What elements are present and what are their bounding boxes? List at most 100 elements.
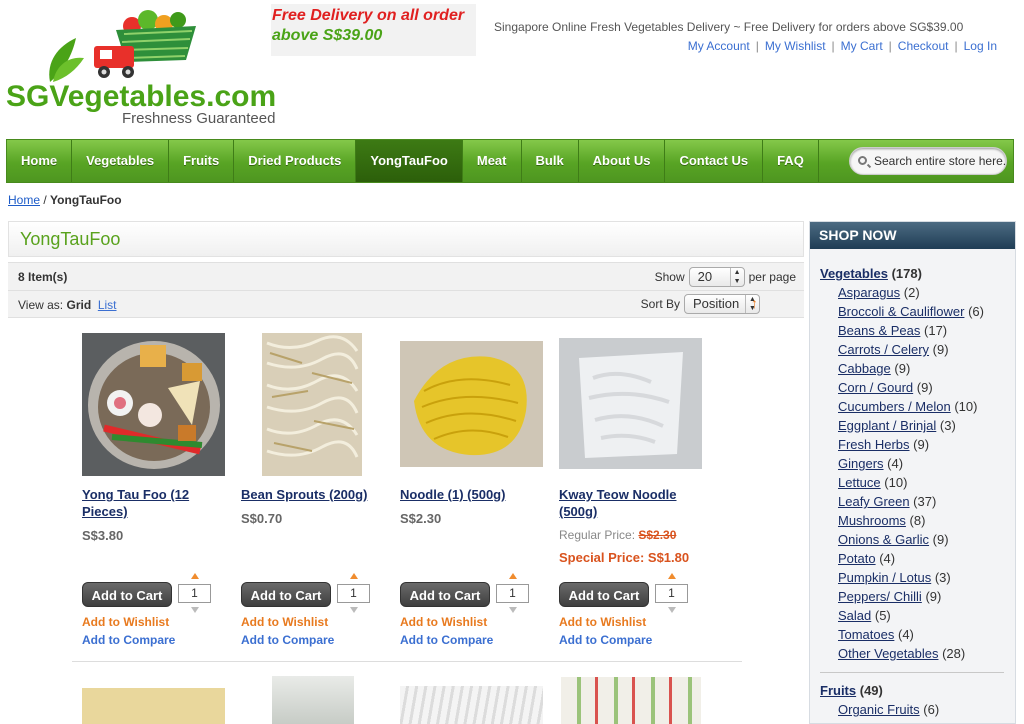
nav-fruits[interactable]: Fruits	[169, 140, 235, 182]
qty-down-icon[interactable]	[191, 607, 199, 613]
subcategory-count: (8)	[909, 513, 926, 528]
subcategory-link[interactable]: Leafy Green	[838, 494, 910, 509]
product-image[interactable]	[262, 333, 362, 476]
qty-down-icon[interactable]	[509, 607, 517, 613]
subcategory-link[interactable]: Organic Fruits	[838, 702, 920, 717]
product-name-link[interactable]: Noodle (1) (500g)	[400, 486, 550, 503]
nav-meat[interactable]: Meat	[463, 140, 522, 182]
my-wishlist-link[interactable]: My Wishlist	[765, 39, 826, 53]
subcategory-link[interactable]: Other Vegetables	[838, 646, 938, 661]
item-count: 8 Item(s)	[18, 270, 68, 284]
add-to-compare-link[interactable]: Add to Compare	[241, 633, 334, 647]
subcategory-item: Salad (5)	[820, 606, 1004, 625]
subcategory-link[interactable]: Peppers/ Chilli	[838, 589, 922, 604]
breadcrumb-home[interactable]: Home	[8, 193, 40, 207]
add-to-wishlist-link[interactable]: Add to Wishlist	[559, 615, 646, 629]
product-image[interactable]	[561, 677, 701, 724]
subcategory-link[interactable]: Corn / Gourd	[838, 380, 913, 395]
subcategory-count: (28)	[942, 646, 966, 661]
my-account-link[interactable]: My Account	[688, 39, 750, 53]
add-to-compare-link[interactable]: Add to Compare	[400, 633, 493, 647]
search-input[interactable]: Search entire store here...	[849, 147, 1007, 175]
subcategory-link[interactable]: Mushrooms	[838, 513, 906, 528]
nav-home[interactable]: Home	[7, 140, 73, 182]
subcategory-link[interactable]: Beans & Peas	[838, 323, 920, 338]
subcategory-link[interactable]: Cabbage	[838, 361, 891, 376]
nav-contact-us[interactable]: Contact Us	[665, 140, 764, 182]
qty-up-icon[interactable]	[509, 573, 517, 579]
category-link[interactable]: Fruits	[820, 683, 856, 698]
subcategory-link[interactable]: Tomatoes	[838, 627, 894, 642]
my-cart-link[interactable]: My Cart	[841, 39, 883, 53]
qty-down-icon[interactable]	[350, 607, 358, 613]
logo-tagline: Freshness Guaranteed	[122, 110, 276, 127]
product-image[interactable]	[400, 341, 543, 467]
subcategory-count: (4)	[898, 627, 914, 642]
product-image[interactable]	[82, 333, 225, 476]
per-page-label: per page	[748, 270, 796, 284]
subcategory-link[interactable]: Fresh Herbs	[838, 437, 910, 452]
subcategory-link[interactable]: Eggplant / Brinjal	[838, 418, 936, 433]
qty-up-icon[interactable]	[191, 573, 199, 579]
nav-vegetables[interactable]: Vegetables	[72, 140, 170, 182]
subcategory-link[interactable]: Lettuce	[838, 475, 881, 490]
special-price: Special Price: S$1.80	[559, 550, 689, 565]
nav-bulk[interactable]: Bulk	[522, 140, 579, 182]
subcategory-item: Carrots / Celery (9)	[820, 340, 1004, 359]
product-name-link[interactable]: Kway Teow Noodle (500g)	[559, 486, 704, 520]
per-page-select[interactable]: 20 ▲ ▼	[688, 267, 745, 287]
qty-up-icon[interactable]	[668, 573, 676, 579]
subcategory-link[interactable]: Asparagus	[838, 285, 900, 300]
add-to-compare-link[interactable]: Add to Compare	[559, 633, 652, 647]
add-to-compare-link[interactable]: Add to Compare	[82, 633, 175, 647]
subcategory-item: Leafy Green (37)	[820, 492, 1004, 511]
site-logo[interactable]: SGVegetables.com Freshness Guaranteed	[6, 4, 276, 128]
checkout-link[interactable]: Checkout	[898, 39, 949, 53]
view-mode: View as: Grid List	[18, 298, 117, 312]
view-list-link[interactable]: List	[98, 298, 117, 312]
sort-select[interactable]: Position ▲ ▼	[684, 294, 760, 314]
subcategory-link[interactable]: Potato	[838, 551, 876, 566]
subcategory-link[interactable]: Broccoli & Cauliflower	[838, 304, 964, 319]
product-image[interactable]	[400, 686, 543, 724]
separator: |	[755, 39, 759, 53]
regular-price: Regular Price: S$2.30	[559, 528, 676, 542]
qty-input[interactable]: 1	[337, 584, 370, 603]
category-link[interactable]: Vegetables	[820, 266, 888, 281]
product-name-link[interactable]: Yong Tau Foo (12 Pieces)	[82, 486, 227, 520]
subcategory-link[interactable]: Onions & Garlic	[838, 532, 929, 547]
nav-yongtaufoo[interactable]: YongTauFoo	[356, 140, 463, 182]
add-to-wishlist-link[interactable]: Add to Wishlist	[82, 615, 169, 629]
qty-up-icon[interactable]	[350, 573, 358, 579]
qty-down-icon[interactable]	[668, 607, 676, 613]
add-to-cart-button[interactable]: Add to Cart	[82, 582, 172, 607]
log-in-link[interactable]: Log In	[964, 39, 997, 53]
add-to-wishlist-link[interactable]: Add to Wishlist	[241, 615, 328, 629]
add-to-wishlist-link[interactable]: Add to Wishlist	[400, 615, 487, 629]
subcategory-item: Eggplant / Brinjal (3)	[820, 416, 1004, 435]
product-image[interactable]	[82, 688, 225, 724]
special-price-value: S$1.80	[647, 550, 690, 565]
qty-input[interactable]: 1	[178, 584, 211, 603]
qty-input[interactable]: 1	[496, 584, 529, 603]
subcategory-item: Fresh Herbs (9)	[820, 435, 1004, 454]
free-delivery-banner: Free Delivery on all order above S$39.00	[271, 4, 476, 56]
add-to-cart-button[interactable]: Add to Cart	[400, 582, 490, 607]
subcategory-link[interactable]: Gingers	[838, 456, 884, 471]
product-name-link[interactable]: Bean Sprouts (200g)	[241, 486, 391, 503]
add-to-cart-button[interactable]: Add to Cart	[559, 582, 649, 607]
sort-direction-icon[interactable]: ↑	[751, 295, 758, 311]
nav-about-us[interactable]: About Us	[579, 140, 666, 182]
promo-line-2: above S$39.00	[272, 27, 383, 44]
subcategory-link[interactable]: Cucumbers / Melon	[838, 399, 951, 414]
shop-now-sidebar: SHOP NOW Vegetables (178) Asparagus (2) …	[809, 221, 1016, 724]
subcategory-link[interactable]: Pumpkin / Lotus	[838, 570, 931, 585]
subcategory-link[interactable]: Carrots / Celery	[838, 342, 929, 357]
nav-dried-products[interactable]: Dried Products	[234, 140, 357, 182]
subcategory-link[interactable]: Salad	[838, 608, 871, 623]
product-image[interactable]	[559, 338, 702, 469]
product-image[interactable]	[272, 676, 354, 724]
nav-faq[interactable]: FAQ	[763, 140, 819, 182]
qty-input[interactable]: 1	[655, 584, 688, 603]
add-to-cart-button[interactable]: Add to Cart	[241, 582, 331, 607]
